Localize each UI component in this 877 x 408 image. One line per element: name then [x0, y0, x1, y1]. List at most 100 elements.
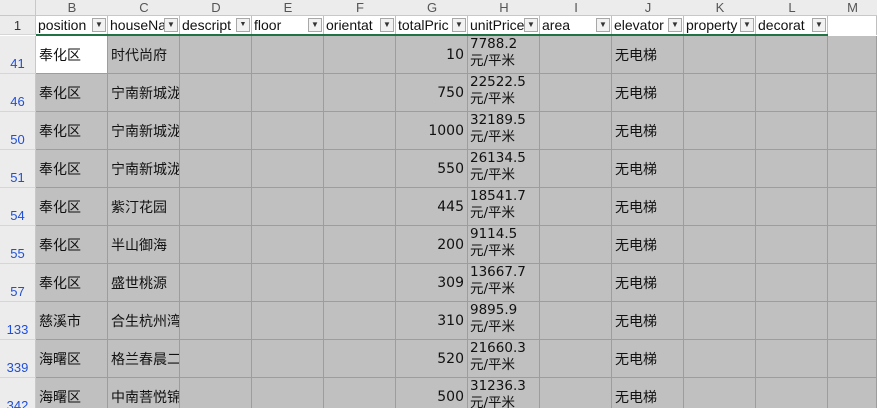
cell-i41[interactable] [540, 36, 612, 74]
cell-c342[interactable]: 中南菩悦锦 [108, 378, 180, 408]
cell-d133[interactable] [180, 302, 252, 340]
cell-d55[interactable] [180, 226, 252, 264]
row-header-54[interactable]: 54 [0, 188, 36, 226]
cell-l57[interactable] [756, 264, 828, 302]
row-header-51[interactable]: 51 [0, 150, 36, 188]
header-cell-i[interactable]: area ▼ [540, 16, 612, 35]
cell-c54[interactable]: 紫汀花园 [108, 188, 180, 226]
cell-k339[interactable] [684, 340, 756, 378]
column-header-c[interactable]: C [108, 0, 180, 16]
cell-c57[interactable]: 盛世桃源 [108, 264, 180, 302]
header-cell-e[interactable]: floor ▼ [252, 16, 324, 35]
header-cell-k[interactable]: property ▼ [684, 16, 756, 35]
cell-h342[interactable]: 31236.3 元/平米 [468, 378, 540, 408]
row-header-41[interactable]: 41 [0, 36, 36, 74]
cell-h41[interactable]: 7788.2 元/平米 [468, 36, 540, 74]
filter-dropdown-icon[interactable]: ▼ [812, 18, 826, 32]
cell-b54[interactable]: 奉化区 [36, 188, 108, 226]
header-cell-g[interactable]: totalPric ▼ [396, 16, 468, 35]
header-cell-h[interactable]: unitPrice ▼ [468, 16, 540, 35]
cell-k41[interactable] [684, 36, 756, 74]
cell-e342[interactable] [252, 378, 324, 408]
cell-g133[interactable]: 310 [396, 302, 468, 340]
cell-b51[interactable]: 奉化区 [36, 150, 108, 188]
cell-k55[interactable] [684, 226, 756, 264]
cell-j54[interactable]: 无电梯 [612, 188, 684, 226]
column-header-d[interactable]: D [180, 0, 252, 16]
cell-e133[interactable] [252, 302, 324, 340]
cell-e46[interactable] [252, 74, 324, 112]
column-header-b[interactable]: B [36, 0, 108, 16]
cell-b57[interactable]: 奉化区 [36, 264, 108, 302]
row-header-339[interactable]: 339 [0, 340, 36, 378]
header-cell-m[interactable] [828, 16, 877, 35]
cell-k57[interactable] [684, 264, 756, 302]
column-header-i[interactable]: I [540, 0, 612, 16]
column-header-h[interactable]: H [468, 0, 540, 16]
cell-c55[interactable]: 半山御海 [108, 226, 180, 264]
select-all-corner[interactable] [0, 0, 36, 16]
cell-g46[interactable]: 750 [396, 74, 468, 112]
cell-l133[interactable] [756, 302, 828, 340]
cell-j51[interactable]: 无电梯 [612, 150, 684, 188]
cell-c41[interactable]: 时代尚府 [108, 36, 180, 74]
cell-g50[interactable]: 1000 [396, 112, 468, 150]
cell-l50[interactable] [756, 112, 828, 150]
column-header-m[interactable]: M [828, 0, 877, 16]
cell-c51[interactable]: 宁南新城泷 [108, 150, 180, 188]
cell-c339[interactable]: 格兰春晨二 [108, 340, 180, 378]
cell-b50[interactable]: 奉化区 [36, 112, 108, 150]
cell-h57[interactable]: 13667.7 元/平米 [468, 264, 540, 302]
cell-h51[interactable]: 26134.5 元/平米 [468, 150, 540, 188]
column-header-g[interactable]: G [396, 0, 468, 16]
cell-i54[interactable] [540, 188, 612, 226]
cell-m51[interactable] [828, 150, 877, 188]
filter-dropdown-icon[interactable]: ▼ [524, 18, 538, 32]
filter-dropdown-icon[interactable]: ▼ [164, 18, 178, 32]
cell-l339[interactable] [756, 340, 828, 378]
cell-h133[interactable]: 9895.9 元/平米 [468, 302, 540, 340]
cell-c46[interactable]: 宁南新城泷 [108, 74, 180, 112]
filter-dropdown-icon[interactable]: ▼ [668, 18, 682, 32]
row-header-55[interactable]: 55 [0, 226, 36, 264]
cell-f41[interactable] [324, 36, 396, 74]
filter-active-icon[interactable]: ▼ [236, 18, 250, 32]
cell-m339[interactable] [828, 340, 877, 378]
cell-m57[interactable] [828, 264, 877, 302]
filter-dropdown-icon[interactable]: ▼ [92, 18, 106, 32]
cell-h55[interactable]: 9114.5 元/平米 [468, 226, 540, 264]
cell-d57[interactable] [180, 264, 252, 302]
row-header-133[interactable]: 133 [0, 302, 36, 340]
row-header-57[interactable]: 57 [0, 264, 36, 302]
cell-f55[interactable] [324, 226, 396, 264]
cell-d54[interactable] [180, 188, 252, 226]
cell-e57[interactable] [252, 264, 324, 302]
filter-dropdown-icon[interactable]: ▼ [308, 18, 322, 32]
cell-g342[interactable]: 500 [396, 378, 468, 408]
cell-j41[interactable]: 无电梯 [612, 36, 684, 74]
header-cell-c[interactable]: houseNa ▼ [108, 16, 180, 35]
cell-f46[interactable] [324, 74, 396, 112]
cell-f339[interactable] [324, 340, 396, 378]
cell-h339[interactable]: 21660.3 元/平米 [468, 340, 540, 378]
cell-d41[interactable] [180, 36, 252, 74]
cell-d342[interactable] [180, 378, 252, 408]
cell-k54[interactable] [684, 188, 756, 226]
cell-d51[interactable] [180, 150, 252, 188]
cell-b46[interactable]: 奉化区 [36, 74, 108, 112]
cell-c133[interactable]: 合生杭州湾 [108, 302, 180, 340]
cell-m342[interactable] [828, 378, 877, 408]
cell-k46[interactable] [684, 74, 756, 112]
column-header-e[interactable]: E [252, 0, 324, 16]
header-cell-d[interactable]: descript ▼ [180, 16, 252, 35]
cell-f133[interactable] [324, 302, 396, 340]
cell-b133[interactable]: 慈溪市 [36, 302, 108, 340]
filter-dropdown-icon[interactable]: ▼ [452, 18, 466, 32]
cell-c50[interactable]: 宁南新城泷 [108, 112, 180, 150]
cell-f57[interactable] [324, 264, 396, 302]
cell-l51[interactable] [756, 150, 828, 188]
cell-m46[interactable] [828, 74, 877, 112]
cell-l54[interactable] [756, 188, 828, 226]
row-header-1[interactable]: 1 [0, 16, 36, 35]
cell-k133[interactable] [684, 302, 756, 340]
